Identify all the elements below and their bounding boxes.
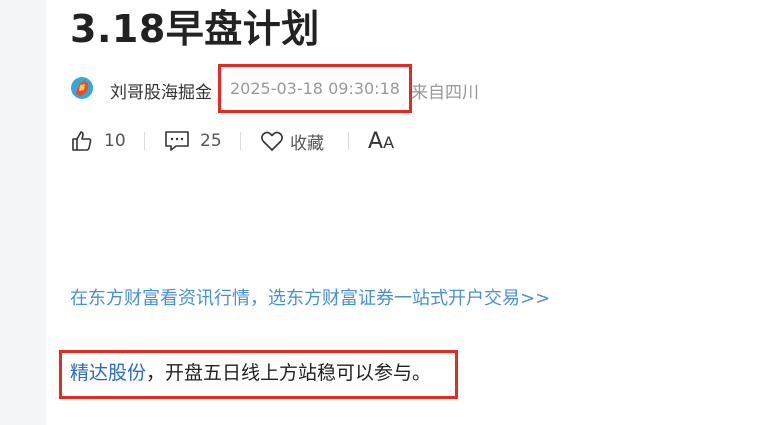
promo-link[interactable]: 在东方财富看资讯行情，选东方财富证券一站式开户交易>> [70,284,550,310]
favorite-button[interactable]: 收藏 [260,124,324,158]
font-size-icon: AA [368,129,394,154]
favorite-label: 收藏 [290,133,324,154]
article-title: 3.18早盘计划 [70,7,320,51]
font-size-small: A [383,132,395,152]
action-bar: 10 25 收藏 AA [70,124,570,158]
publish-location: 来自四川 [411,83,479,103]
datetime-highlight-box [218,64,412,113]
font-size-button[interactable]: AA [368,124,394,158]
heart-icon [260,130,284,152]
like-button[interactable]: 10 [70,124,126,158]
comment-button[interactable]: 25 [164,124,222,158]
font-size-large: A [368,128,384,154]
author-name[interactable]: 刘哥股海掘金 [110,78,212,103]
thumbs-up-icon [70,129,94,153]
content-highlight-box [59,350,458,399]
action-divider [144,132,145,150]
article-container: 3.18早盘计划 刘哥股海掘金 2025-03-18 09:30:18 来自四川… [46,0,776,425]
comment-count: 25 [200,131,222,151]
article-meta: 刘哥股海掘金 2025-03-18 09:30:18 来自四川 [70,74,770,104]
avatar[interactable] [70,76,94,100]
comment-icon [164,129,190,153]
action-divider [348,132,349,150]
like-count: 10 [104,131,126,151]
action-divider [240,132,241,150]
